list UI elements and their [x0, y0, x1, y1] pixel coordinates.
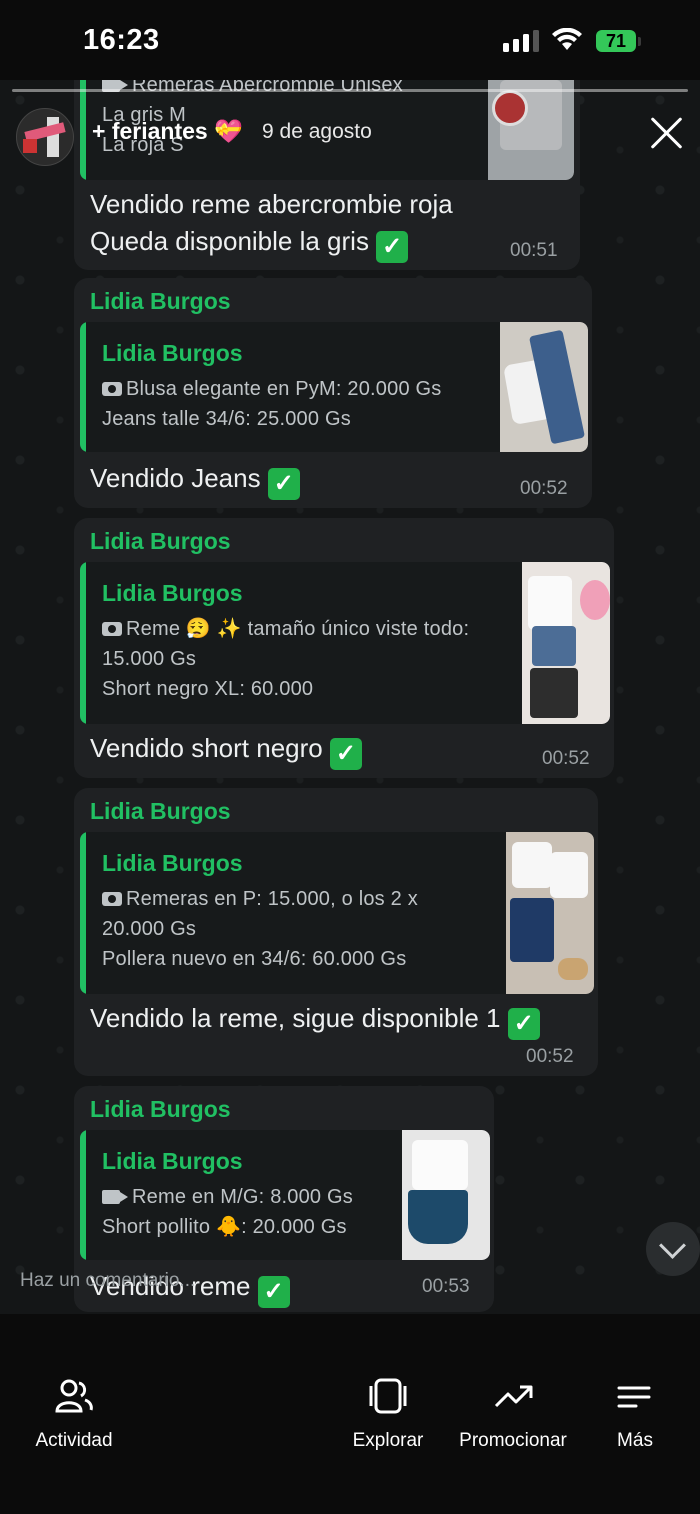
- cellular-signal-icon: [503, 30, 541, 52]
- quote-thumbnail: [522, 562, 610, 724]
- bottom-fade: [0, 1310, 700, 1314]
- quote-name: Lidia Burgos: [102, 340, 243, 366]
- quote-thumbnail: [500, 322, 588, 452]
- message-text: Vendido reme abercrombie roja Queda disp…: [90, 186, 453, 263]
- quoted-message[interactable]: Lidia Burgos Remeras en P: 15.000, o los…: [80, 832, 594, 994]
- story-content: Remeras Abercrombie Unisex La gris M La …: [0, 80, 700, 1314]
- story-progress-bar: [12, 89, 688, 92]
- quote-line: Pollera nuevo en 34/6: 60.000 Gs: [102, 948, 407, 970]
- quote-line: 15.000 Gs: [102, 648, 197, 670]
- message-time: 00:51: [510, 240, 558, 261]
- check-mark-icon: ✓: [257, 1276, 290, 1308]
- message-bubble: Lidia Burgos Lidia Burgos Blusa elegante…: [74, 278, 592, 508]
- quoted-message[interactable]: Lidia Burgos Blusa elegante en PyM: 20.0…: [80, 322, 588, 452]
- quote-name: Lidia Burgos: [102, 580, 243, 606]
- quote-line: Reme 😮‍💨 ✨ tamaño único viste todo:: [102, 614, 469, 644]
- message-bubble: Lidia Burgos Lidia Burgos Remeras en P: …: [74, 788, 598, 1076]
- story-viewer: 16:23 71 Remeras Abercrombie Unisex La g…: [0, 0, 700, 1514]
- story-date: 9 de agosto: [262, 120, 372, 143]
- check-mark-icon: ✓: [267, 468, 300, 500]
- message-text: Vendido la reme, sigue disponible 1 ✓: [90, 1000, 540, 1040]
- camera-icon: [102, 622, 122, 636]
- quote-thumbnail: [506, 832, 594, 994]
- quote-name: Lidia Burgos: [102, 1148, 243, 1174]
- group-avatar[interactable]: [16, 108, 74, 166]
- quote-line: Remeras en P: 15.000, o los 2 x: [102, 884, 418, 914]
- group-name[interactable]: + feriantes 💝: [92, 118, 243, 145]
- quoted-message[interactable]: Lidia Burgos Reme 😮‍💨 ✨ tamaño único vis…: [80, 562, 610, 724]
- quote-thumbnail: [402, 1130, 490, 1260]
- tab-mas[interactable]: Más: [590, 1314, 680, 1514]
- message-text: Vendido Jeans ✓: [90, 460, 300, 500]
- battery-icon: 71: [596, 30, 636, 52]
- video-icon: [102, 1190, 128, 1204]
- sender-name: Lidia Burgos: [90, 528, 231, 554]
- tab-promocionar[interactable]: Promocionar: [450, 1314, 576, 1514]
- check-mark-icon: ✓: [329, 738, 362, 770]
- quote-name: Lidia Burgos: [102, 850, 243, 876]
- camera-icon: [102, 382, 122, 396]
- quoted-message[interactable]: Lidia Burgos Reme en M/G: 8.000 Gs Short…: [80, 1130, 490, 1260]
- camera-icon: [102, 892, 122, 906]
- status-time: 16:23: [83, 24, 160, 56]
- check-mark-icon: ✓: [507, 1008, 540, 1040]
- message-bubble: Lidia Burgos Lidia Burgos Reme 😮‍💨 ✨ tam…: [74, 518, 614, 778]
- message-time: 00:53: [422, 1276, 470, 1297]
- quote-line: Short pollito 🐥: 20.000 Gs: [102, 1216, 347, 1238]
- cards-icon: [369, 1378, 407, 1414]
- quote-bar: [80, 322, 86, 452]
- quote-line: Blusa elegante en PyM: 20.000 Gs: [102, 374, 441, 404]
- battery-tip: [638, 37, 641, 46]
- message-time: 00:52: [520, 478, 568, 499]
- trend-up-icon: [494, 1385, 533, 1408]
- tab-label: Promocionar: [459, 1430, 567, 1451]
- bottom-nav: Actividad Explorar Promocionar Más: [0, 1314, 700, 1514]
- sender-name: Lidia Burgos: [90, 1096, 231, 1122]
- sender-name: Lidia Burgos: [90, 288, 231, 314]
- status-bar: 16:23 71: [0, 0, 700, 80]
- wifi-icon: [552, 28, 582, 50]
- check-mark-icon: ✓: [376, 231, 409, 263]
- quote-line: Reme en M/G: 8.000 Gs: [102, 1182, 353, 1212]
- people-icon: [55, 1379, 93, 1413]
- story-header: + feriantes 💝 9 de agosto: [0, 100, 700, 166]
- scroll-down-button[interactable]: [646, 1222, 700, 1276]
- tab-explorar[interactable]: Explorar: [330, 1314, 446, 1514]
- quote-line: Jeans talle 34/6: 25.000 Gs: [102, 408, 351, 430]
- message-time: 00:52: [542, 748, 590, 769]
- quote-bar: [80, 1130, 86, 1260]
- menu-lines-icon: [617, 1386, 651, 1408]
- sender-name: Lidia Burgos: [90, 798, 231, 824]
- message-time: 00:52: [526, 1046, 574, 1067]
- quote-line: 20.000 Gs: [102, 918, 197, 940]
- tab-actividad[interactable]: Actividad: [0, 1314, 150, 1514]
- tab-label: Explorar: [352, 1430, 424, 1451]
- comment-input[interactable]: Haz un comentario...: [20, 1270, 195, 1292]
- quote-bar: [80, 832, 86, 994]
- tab-label: Más: [617, 1430, 653, 1451]
- quote-line: Short negro XL: 60.000: [102, 678, 314, 700]
- message-text: Vendido short negro ✓: [90, 730, 362, 770]
- quote-bar: [80, 562, 86, 724]
- tab-label: Actividad: [35, 1430, 113, 1451]
- close-icon[interactable]: [646, 112, 688, 154]
